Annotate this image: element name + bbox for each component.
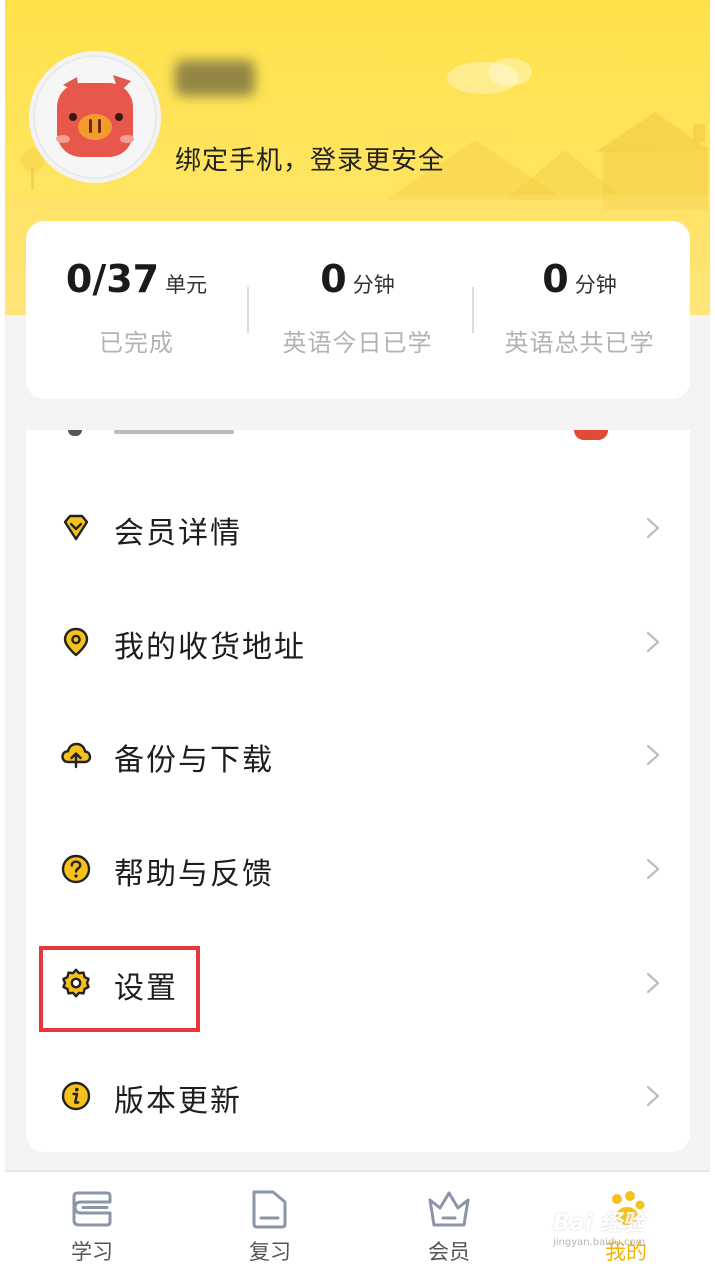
- crown-icon: [428, 1191, 470, 1227]
- menu-item-membership[interactable]: 会员详情: [26, 471, 690, 584]
- tab-label: 学习: [71, 1240, 113, 1264]
- cloud-upload-icon: [61, 742, 92, 769]
- stat-unit: 单元: [165, 273, 208, 297]
- stat-value: 0: [542, 257, 569, 301]
- menu-list: 会员详情 我的收货地址 备份与下载 帮助与反馈 设置 版本更新: [26, 430, 690, 1152]
- menu-item-address[interactable]: 我的收货地址: [26, 585, 690, 698]
- chevron-right-icon: [646, 631, 660, 653]
- stat-total: 0 分钟 英语总共已学: [469, 257, 690, 358]
- scrolled-item-badge: [574, 430, 608, 440]
- menu-item-version-update[interactable]: 版本更新: [26, 1039, 690, 1152]
- stat-unit: 分钟: [352, 273, 395, 297]
- location-pin-icon: [63, 627, 89, 657]
- stat-completed: 0/37 单元 已完成: [26, 257, 247, 358]
- bind-phone-tip[interactable]: 绑定手机，登录更安全: [175, 140, 445, 177]
- tab-membership[interactable]: 会员: [389, 1188, 509, 1266]
- menu-item-label: 我的收货地址: [114, 630, 306, 665]
- stat-label: 英语今日已学: [282, 329, 433, 357]
- folder-icon: [252, 1190, 287, 1229]
- username-blurred: [175, 60, 255, 96]
- settings-highlight-box: [39, 946, 200, 1032]
- stat-unit: 分钟: [574, 273, 617, 297]
- menu-item-help[interactable]: 帮助与反馈: [26, 812, 690, 925]
- chevron-right-icon: [646, 972, 660, 994]
- stats-card: 0/37 单元 已完成 0 分钟 英语今日已学 0 分钟 英语总共已学: [26, 221, 690, 399]
- watermark: Bai 经验 jingyan.baidu.com: [553, 1205, 645, 1248]
- tab-label: 会员: [428, 1240, 470, 1264]
- menu-item-label: 备份与下载: [114, 743, 274, 778]
- tab-study[interactable]: 学习: [32, 1188, 152, 1266]
- question-icon: [61, 854, 91, 884]
- menu-item-label: 帮助与反馈: [114, 857, 274, 892]
- diamond-icon: [63, 514, 89, 541]
- menu-item-label: 会员详情: [114, 516, 242, 551]
- scrolled-item-icon: [68, 430, 82, 436]
- stat-value: 0/37: [65, 257, 160, 301]
- watermark-text: Bai 经验: [553, 1211, 644, 1236]
- scrolled-item-text: [114, 430, 234, 434]
- avatar[interactable]: [29, 51, 161, 183]
- app-screen: 绑定手机，登录更安全 0/37 单元 已完成 0 分钟 英语今日已学 0 分钟 英语总…: [5, 0, 710, 1269]
- pig-avatar-icon: [35, 57, 155, 177]
- menu-item-label: 版本更新: [114, 1084, 242, 1119]
- tab-label: 复习: [249, 1240, 291, 1264]
- chevron-right-icon: [646, 517, 660, 539]
- chevron-right-icon: [646, 744, 660, 766]
- stat-value: 0: [320, 257, 347, 301]
- stat-label: 已完成: [99, 329, 174, 357]
- info-icon: [61, 1081, 91, 1111]
- stat-label: 英语总共已学: [504, 329, 655, 357]
- watermark-subtext: jingyan.baidu.com: [553, 1237, 646, 1248]
- stat-today: 0 分钟 英语今日已学: [247, 257, 468, 358]
- chevron-right-icon: [646, 1085, 660, 1107]
- menu-item-backup[interactable]: 备份与下载: [26, 698, 690, 811]
- tab-review[interactable]: 复习: [210, 1188, 330, 1266]
- chevron-right-icon: [646, 858, 660, 880]
- book-icon: [72, 1191, 112, 1227]
